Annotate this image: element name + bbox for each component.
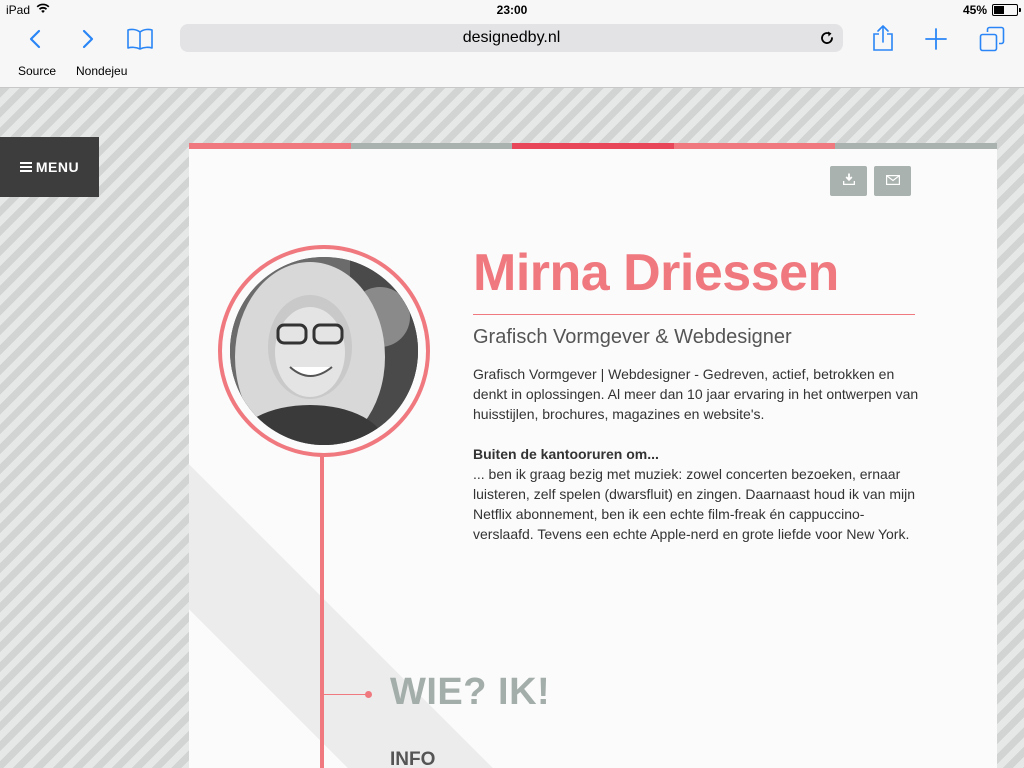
web-page: MENU Mirna Driessen Grafisch Vormgever &… xyxy=(0,88,1024,768)
status-time: 23:00 xyxy=(496,3,528,17)
chevron-right-icon[interactable] xyxy=(78,27,98,51)
bio: Grafisch Vormgever | Webdesigner - Gedre… xyxy=(473,364,919,564)
portrait-ring xyxy=(218,245,430,457)
email-button[interactable] xyxy=(874,166,911,196)
plus-icon[interactable] xyxy=(924,27,948,51)
bookmark-nondejeu[interactable]: Nondejeu xyxy=(76,64,127,78)
person-name: Mirna Driessen xyxy=(473,244,839,302)
timeline-line xyxy=(320,451,324,768)
status-right: 45% xyxy=(962,3,1021,17)
browser-toolbar: designedby.nl Source Nondejeu xyxy=(0,20,1024,88)
stripe-segment xyxy=(512,143,674,149)
menu-button[interactable]: MENU xyxy=(0,137,99,197)
hobby-heading: Buiten de kantooruren om... xyxy=(473,446,659,462)
job-title: Grafisch Vormgever & Webdesigner xyxy=(473,326,792,348)
avatar xyxy=(230,257,418,445)
timeline-dot xyxy=(365,691,372,698)
menu-label: MENU xyxy=(35,159,80,175)
download-icon xyxy=(842,172,855,190)
url-text: designedby.nl xyxy=(462,29,561,46)
intro-text: Grafisch Vormgever | Webdesigner - Gedre… xyxy=(473,366,919,422)
battery-percent: 45% xyxy=(962,3,987,17)
info-heading: INFO xyxy=(390,749,436,768)
hamburger-icon xyxy=(19,160,32,174)
timeline-branch xyxy=(324,694,368,695)
stripe-segment xyxy=(351,143,512,149)
download-button[interactable] xyxy=(830,166,867,196)
battery-icon xyxy=(992,4,1021,16)
status-bar: iPad 23:00 45% xyxy=(0,0,1024,20)
name-divider xyxy=(473,314,915,315)
reload-icon[interactable] xyxy=(819,30,835,51)
book-icon[interactable] xyxy=(125,26,155,52)
stripe-segment xyxy=(189,143,351,149)
resume-card: Mirna Driessen Grafisch Vormgever & Webd… xyxy=(189,143,997,768)
bookmark-source[interactable]: Source xyxy=(18,64,56,78)
share-icon[interactable] xyxy=(871,23,895,53)
section-title: WIE? IK! xyxy=(390,671,551,713)
envelope-icon xyxy=(885,172,900,190)
stripe-segment xyxy=(674,143,835,149)
stripe-segment xyxy=(835,143,997,149)
hobby-text: ... ben ik graag bezig met muziek: zowel… xyxy=(473,466,916,542)
chevron-left-icon[interactable] xyxy=(25,27,45,51)
address-bar[interactable]: designedby.nl xyxy=(180,24,843,52)
tabs-icon[interactable] xyxy=(978,25,1006,53)
battery-fill xyxy=(994,6,1004,14)
